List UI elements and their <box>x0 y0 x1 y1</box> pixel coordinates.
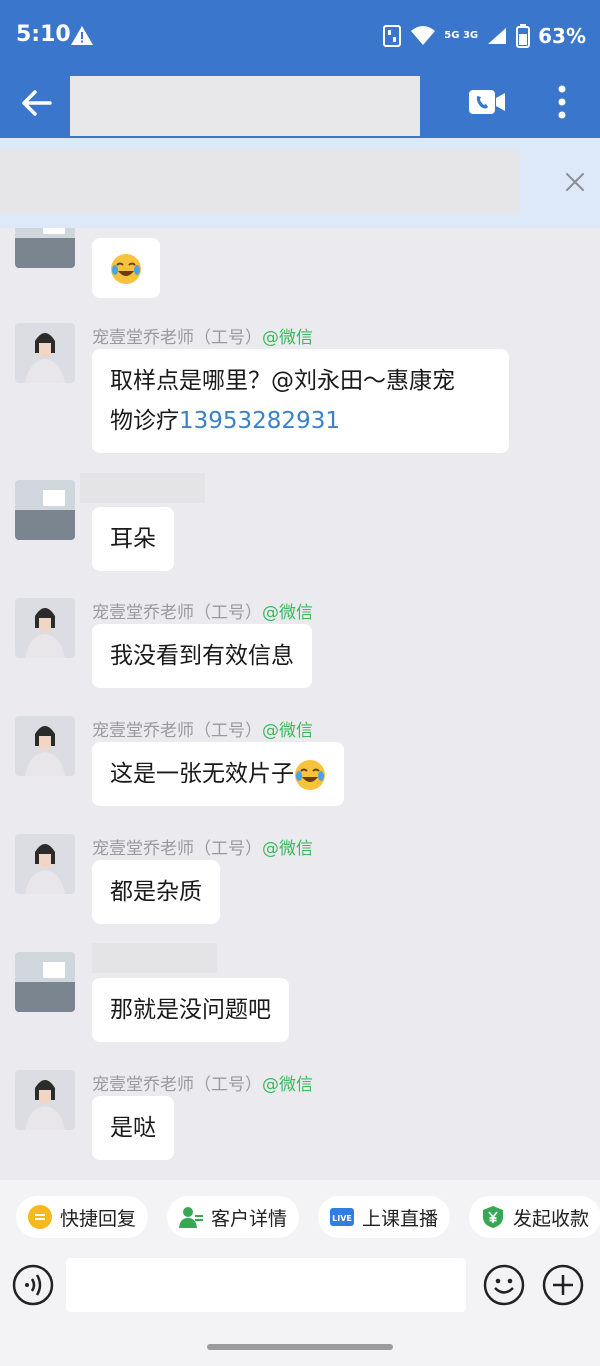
chip-label: 快捷回复 <box>60 1207 137 1230</box>
laugh-cry-emoji-icon <box>295 759 325 790</box>
status-bar: 5:10 5G 3G 63% <box>0 0 600 72</box>
chip-label: 上课直播 <box>362 1207 439 1230</box>
avatar-teacher[interactable] <box>15 716 75 776</box>
vibrate-icon <box>383 25 402 47</box>
live-icon: LIVE <box>330 1208 354 1226</box>
message-bubble[interactable]: 这是一张无效片子 <box>92 742 344 806</box>
quick-reply-button[interactable]: 快捷回复 <box>16 1196 149 1238</box>
network-type: 5G 3G <box>444 30 479 41</box>
sender-name: 宠壹堂乔老师（工号）@微信 <box>92 721 313 741</box>
input-bar <box>0 1254 600 1330</box>
back-arrow-icon[interactable] <box>20 86 54 120</box>
payment-button[interactable]: 发起收款 <box>469 1196 600 1238</box>
chat-title-redacted <box>70 76 420 136</box>
message-bubble[interactable]: 我没看到有效信息 <box>92 624 312 688</box>
close-icon[interactable] <box>564 171 586 193</box>
wifi-icon <box>411 26 436 45</box>
status-time: 5:10 <box>16 22 71 47</box>
message-bubble[interactable]: 是哒 <box>92 1096 174 1160</box>
customer-detail-button[interactable]: 客户详情 <box>167 1196 300 1238</box>
quick-reply-icon <box>28 1205 52 1229</box>
message-bubble[interactable]: 那就是没问题吧 <box>92 978 289 1042</box>
home-indicator[interactable] <box>207 1344 393 1350</box>
message-bubble[interactable]: 都是杂质 <box>92 860 220 924</box>
voice-input-icon[interactable] <box>12 1264 54 1306</box>
more-vertical-icon[interactable] <box>552 84 572 120</box>
sender-name: 宠壹堂乔老师（工号）@微信 <box>92 603 313 623</box>
battery-level: 63% <box>538 24 586 48</box>
message-text: 取样点是哪里？@刘永田～惠康宠 <box>110 368 455 394</box>
chat-header <box>0 72 600 138</box>
phone-link[interactable]: 13953282931 <box>179 408 340 434</box>
sender-name: 宠壹堂乔老师（工号）@微信 <box>92 839 313 859</box>
message-text: 是哒 <box>110 1115 156 1141</box>
message-bubble[interactable]: 取样点是哪里？@刘永田～惠康宠 物诊疗13953282931 <box>92 349 509 453</box>
sender-name-redacted <box>80 473 205 503</box>
avatar-teacher[interactable] <box>15 1070 75 1130</box>
sender-name: 宠壹堂乔老师（工号）@微信 <box>92 328 313 348</box>
warning-icon <box>71 26 93 45</box>
svg-text:LIVE: LIVE <box>332 1214 352 1223</box>
avatar-teacher[interactable] <box>15 323 75 383</box>
avatar-customer[interactable] <box>15 952 75 1012</box>
video-call-icon[interactable] <box>468 88 506 116</box>
message-text: 耳朵 <box>110 526 156 552</box>
navigation-bar <box>0 1330 600 1366</box>
message-bubble[interactable] <box>92 238 160 298</box>
chip-label: 客户详情 <box>211 1207 288 1230</box>
emoji-icon[interactable] <box>483 1264 525 1306</box>
message-bubble[interactable]: 耳朵 <box>92 507 174 571</box>
live-class-button[interactable]: LIVE 上课直播 <box>318 1196 451 1238</box>
system-icons: 5G 3G 63% <box>382 24 586 48</box>
message-text: 我没看到有效信息 <box>110 643 294 669</box>
sender-name-redacted <box>92 943 217 973</box>
avatar-customer[interactable] <box>15 228 75 268</box>
chip-label: 发起收款 <box>513 1207 590 1230</box>
notice-banner <box>0 138 600 228</box>
message-input[interactable] <box>66 1258 466 1312</box>
top-bar: 5:10 5G 3G 63% <box>0 0 600 138</box>
avatar-customer[interactable] <box>15 480 75 540</box>
chat-area[interactable]: 宠壹堂乔老师（工号）@微信 取样点是哪里？@刘永田～惠康宠 物诊疗1395328… <box>0 228 600 1180</box>
quick-actions-bar: 快捷回复 客户详情 LIVE 上课直播 发起收款 <box>0 1180 600 1254</box>
message-text: 那就是没问题吧 <box>110 997 271 1023</box>
payment-icon <box>483 1206 503 1228</box>
message-text: 这是一张无效片子 <box>110 761 294 787</box>
sender-name: 宠壹堂乔老师（工号）@微信 <box>92 1075 313 1095</box>
avatar-teacher[interactable] <box>15 598 75 658</box>
notice-content-redacted <box>0 150 520 214</box>
laugh-cry-emoji-icon <box>111 253 141 284</box>
signal-icon <box>488 28 507 44</box>
add-icon[interactable] <box>542 1264 584 1306</box>
battery-icon <box>516 24 531 48</box>
avatar-teacher[interactable] <box>15 834 75 894</box>
customer-detail-icon <box>179 1207 203 1228</box>
message-text: 物诊疗 <box>110 408 179 434</box>
message-text: 都是杂质 <box>110 879 202 905</box>
